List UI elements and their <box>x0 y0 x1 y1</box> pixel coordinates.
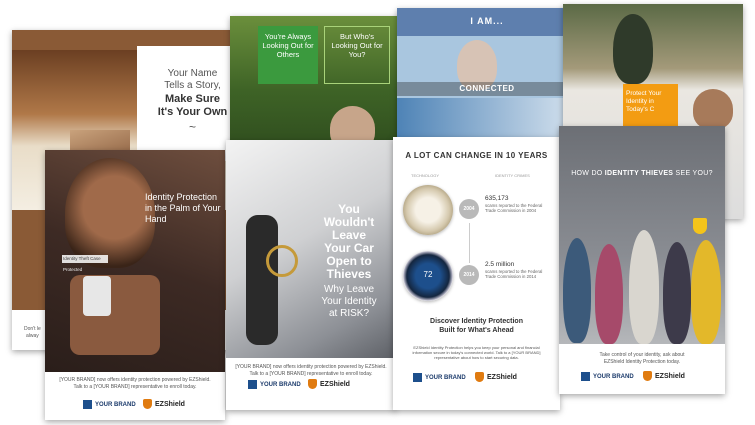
ezshield-label: EZShield <box>655 372 685 380</box>
connected-word: CONNECTED <box>459 84 515 93</box>
your-brand-label: YOUR BRAND <box>593 373 634 380</box>
thieves-title-pre: HOW DO <box>571 170 603 177</box>
protect-text: Protect Your Identity in Today's C <box>626 90 662 113</box>
car-key <box>246 215 278 345</box>
thieves-title-em: IDENTITY THIEVES <box>604 170 674 177</box>
car-sub-2: Your Identity <box>321 296 377 307</box>
shield-badge-icon <box>693 218 707 234</box>
older-couple-figure <box>693 89 733 129</box>
discover-line-2: Built for What's Ahead <box>439 327 514 334</box>
your-brand-label: YOUR BRAND <box>95 401 136 408</box>
your-brand-square-icon <box>581 372 590 381</box>
person-4-figure <box>663 242 691 344</box>
stat-2-text: scams reported to the Federal Trade Comm… <box>485 269 543 279</box>
palm-footer-line-1: [YOUR BRAND] now offers identity protect… <box>59 377 211 383</box>
car-footer-line-2: Talk to a [YOUR BRAND] representative to… <box>249 371 373 377</box>
year-2-text: 2014 <box>463 272 475 278</box>
col-left-label: TECHNOLOGY <box>411 173 440 178</box>
story-tilde: ~ <box>188 120 196 134</box>
car-ezshield-logo: EZShield <box>308 379 350 389</box>
person-5-figure <box>691 240 721 344</box>
ezshield-label: EZShield <box>320 380 350 388</box>
person-1-figure <box>563 238 591 343</box>
thermostat-value: 72 <box>423 270 433 279</box>
car-headline-1: You <box>338 202 360 216</box>
your-brand-label: YOUR BRAND <box>425 374 466 381</box>
car-headline-4: Your Car <box>324 241 374 255</box>
connected-lower-photo <box>397 98 577 138</box>
thieves-footer-line-2: EZShield Identity Protection today. <box>603 359 681 365</box>
ezshield-shield-icon <box>143 399 152 409</box>
palm-card: Identity Protection in the Palm of Your … <box>45 150 225 420</box>
car-headline-3: Leave <box>331 228 367 242</box>
your-brand-label: YOUR BRAND <box>260 381 301 388</box>
green-card: You're Always Looking Out for Others But… <box>230 16 415 151</box>
divider <box>469 223 470 263</box>
ezshield-label: EZShield <box>155 400 185 408</box>
year-1-text: 2004 <box>463 206 475 212</box>
ezshield-shield-icon <box>643 371 652 381</box>
thieves-title-post: SEE YOU? <box>675 170 713 177</box>
stat-1-value: 635,173 <box>485 195 509 202</box>
story-footer-line-1: Don't le <box>24 326 41 332</box>
your-brand-square-icon <box>413 373 422 382</box>
thieves-title: HOW DO IDENTITY THIEVES SEE YOU? <box>563 170 721 177</box>
palm-your-brand-logo: YOUR BRAND <box>83 400 136 409</box>
thieves-ezshield-logo: EZShield <box>643 371 685 381</box>
story-footer-line-2: alway <box>26 333 39 339</box>
green-left-text: You're Always Looking Out for Others <box>262 32 314 59</box>
story-line-1: Your Name <box>167 68 218 79</box>
thieves-card: HOW DO IDENTITY THIEVES SEE YOU? Take co… <box>559 126 725 394</box>
story-line-3: Make Sure <box>164 93 221 105</box>
person-2-figure <box>595 244 623 344</box>
palm-footer-line-2: Talk to a [YOUR BRAND] representative to… <box>73 384 197 390</box>
palm-label-2-text: Protected <box>63 267 83 272</box>
palm-label-1-text: Identity Theft Case <box>63 256 101 261</box>
col-right-label: IDENTITY CRIMES <box>495 173 530 178</box>
palm-title: Identity Protection in the Palm of Your … <box>145 192 221 224</box>
your-brand-square-icon <box>83 400 92 409</box>
your-brand-square-icon <box>248 380 257 389</box>
thieves-footer-line-1: Take control of your identity, ask about <box>599 352 685 358</box>
stat-1-text: scams reported to the Federal Trade Comm… <box>485 203 543 213</box>
ten-years-title: A LOT CAN CHANGE IN 10 YEARS <box>405 151 548 160</box>
connected-card: I AM... CONNECTED <box>397 8 577 138</box>
palm-phone <box>83 276 111 316</box>
car-card: You Wouldn't Leave Your Car Open to Thie… <box>226 140 396 410</box>
ezshield-label: EZShield <box>487 373 517 381</box>
discover-line-1: Discover Identity Protection <box>430 318 523 325</box>
woman-smiling-figure <box>65 158 155 268</box>
palm-ezshield-logo: EZShield <box>143 399 185 409</box>
connected-top-text: I AM... <box>470 16 504 26</box>
car-headline-2: Wouldn't <box>323 215 375 229</box>
car-sub-1: Why Leave <box>323 284 375 295</box>
ezshield-shield-icon <box>308 379 317 389</box>
ezshield-shield-icon <box>475 372 484 382</box>
person-3-figure <box>629 230 659 344</box>
ten-years-card: A LOT CAN CHANGE IN 10 YEARS TECHNOLOGY … <box>393 137 560 410</box>
car-footer-line-1: [YOUR BRAND] now offers identity protect… <box>235 364 387 370</box>
hiker-figure <box>613 14 653 84</box>
ten-years-ezshield-logo: EZShield <box>475 372 517 382</box>
thieves-your-brand-logo: YOUR BRAND <box>581 372 634 381</box>
stat-2-value: 2.5 million <box>485 261 515 268</box>
ten-years-your-brand-logo: YOUR BRAND <box>413 373 466 382</box>
car-your-brand-logo: YOUR BRAND <box>248 380 301 389</box>
car-sub-3: at RISK? <box>328 308 370 319</box>
green-right-text: But Who's Looking Out for You? <box>331 32 383 59</box>
old-thermostat-icon <box>403 185 453 235</box>
ten-years-body: EZShield Identity Protection helps you k… <box>412 345 541 360</box>
story-line-2: Tells a Story, <box>164 80 221 91</box>
car-headline-5: Open to <box>326 254 372 268</box>
car-key-ring <box>266 245 298 277</box>
story-line-4: It's Your Own <box>157 106 228 118</box>
car-headline-6: Thieves <box>326 267 372 281</box>
